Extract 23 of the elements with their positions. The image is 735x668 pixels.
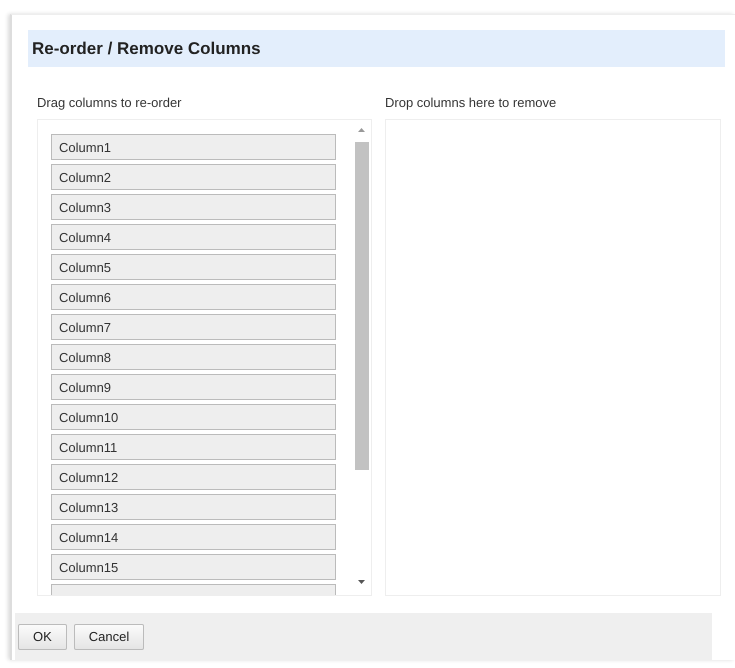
column-item[interactable]: Column14: [51, 524, 336, 550]
dialog-title: Re-order / Remove Columns: [28, 30, 725, 68]
column-item[interactable]: Column10: [51, 404, 336, 430]
reorder-label: Drag columns to re-order: [37, 95, 182, 112]
column-item[interactable]: Column15: [51, 554, 336, 580]
column-item[interactable]: Column12: [51, 464, 336, 490]
column-item[interactable]: Column6: [51, 284, 336, 310]
column-item[interactable]: Column11: [51, 434, 336, 460]
column-item[interactable]: Column9: [51, 374, 336, 400]
scroll-down-icon[interactable]: [358, 580, 365, 584]
remove-label: Drop columns here to remove: [385, 95, 558, 112]
column-item[interactable]: Column13: [51, 494, 336, 520]
column-item[interactable]: Column4: [51, 224, 336, 250]
column-item[interactable]: Column2: [51, 164, 336, 190]
column-item[interactable]: Column8: [51, 344, 336, 370]
column-item[interactable]: Column1: [51, 134, 336, 160]
column-item[interactable]: Column3: [51, 194, 336, 220]
ok-button[interactable]: OK: [18, 624, 67, 650]
column-item[interactable]: Column5: [51, 254, 336, 280]
cancel-button[interactable]: Cancel: [74, 624, 144, 650]
scroll-up-icon[interactable]: [358, 128, 365, 132]
scroll-thumb[interactable]: [355, 142, 369, 470]
column-item[interactable]: Column7: [51, 314, 336, 340]
